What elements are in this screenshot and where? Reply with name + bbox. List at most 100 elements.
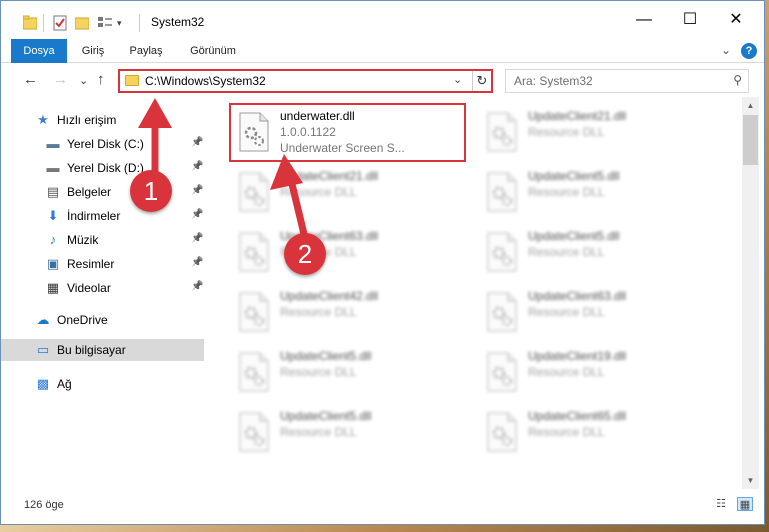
title-separator bbox=[139, 14, 140, 32]
file-name: UpdateClient42.dll bbox=[280, 289, 379, 303]
file-item[interactable]: UpdateClient5.dll Resource DLL bbox=[480, 225, 715, 283]
documents-icon: ▤ bbox=[46, 184, 60, 199]
step-2-badge: 2 bbox=[284, 233, 326, 275]
sidebar-item[interactable]: ☁ OneDrive bbox=[1, 309, 204, 331]
dll-file-icon bbox=[487, 292, 517, 332]
sidebar-item[interactable]: ▦ Videolar 📌 bbox=[1, 277, 204, 299]
pin-icon[interactable]: 📌 bbox=[191, 161, 203, 172]
pin-icon[interactable]: 📌 bbox=[191, 185, 203, 196]
tab-share[interactable]: Paylaş bbox=[121, 39, 171, 63]
tab-file[interactable]: Dosya bbox=[11, 39, 67, 63]
vertical-scrollbar[interactable]: ▲ ▼ bbox=[742, 97, 759, 489]
dll-file-icon bbox=[239, 232, 269, 272]
dll-file-icon bbox=[239, 292, 269, 332]
file-detail: Resource DLL bbox=[280, 305, 357, 319]
file-detail: Resource DLL bbox=[528, 425, 605, 439]
computer-icon: ▭ bbox=[36, 342, 50, 357]
maximize-button[interactable]: ☐ bbox=[667, 1, 713, 39]
address-bar[interactable]: C:\Windows\System32 ⌄ ↻ bbox=[118, 69, 493, 93]
sidebar-item-label: Hızlı erişim bbox=[57, 113, 117, 127]
forward-button[interactable]: → bbox=[53, 71, 68, 88]
up-button[interactable]: ↑ bbox=[97, 71, 105, 88]
sidebar-item[interactable]: ▬ Yerel Disk (C:) 📌 bbox=[1, 133, 204, 155]
details-view-button[interactable]: ☷ bbox=[713, 497, 729, 511]
file-item[interactable]: UpdateClient65.dll Resource DLL bbox=[480, 405, 715, 463]
scroll-down-icon[interactable]: ▼ bbox=[742, 472, 759, 489]
sidebar-item[interactable]: ▤ Belgeler 📌 bbox=[1, 181, 204, 203]
status-bar: 126 öge ☷ ▦ bbox=[1, 493, 764, 517]
pin-icon[interactable]: 📌 bbox=[191, 209, 203, 220]
file-item[interactable]: UpdateClient5.dll Resource DLL bbox=[232, 345, 467, 403]
tab-home[interactable]: Giriş bbox=[73, 39, 113, 63]
music-icon: ♪ bbox=[49, 232, 57, 247]
file-item[interactable]: UpdateClient19.dll Resource DLL bbox=[480, 345, 715, 403]
navigation-bar: ← → ⌄ ↑ C:\Windows\System32 ⌄ ↻ Ara: Sys… bbox=[1, 63, 764, 97]
quick-access-dropdown-icon[interactable]: ▾ bbox=[117, 14, 122, 32]
tiles-view-button[interactable]: ▦ bbox=[737, 497, 753, 511]
file-item[interactable]: UpdateClient21.dll Resource DLL bbox=[232, 165, 467, 223]
selected-file-highlight bbox=[229, 103, 466, 162]
dll-file-icon bbox=[239, 352, 269, 392]
sidebar-item[interactable]: ▭ Bu bilgisayar bbox=[1, 339, 204, 361]
pin-icon[interactable]: 📌 bbox=[191, 233, 203, 244]
file-item[interactable]: UpdateClient63.dllResource DLL bbox=[232, 225, 467, 283]
file-name: UpdateClient21.dll bbox=[528, 109, 627, 123]
close-button[interactable]: ✕ bbox=[713, 1, 759, 39]
minimize-button[interactable]: — bbox=[621, 1, 667, 39]
star-icon: ★ bbox=[37, 112, 49, 127]
help-icon[interactable]: ? bbox=[741, 43, 757, 59]
pin-icon[interactable]: 📌 bbox=[191, 137, 203, 148]
search-placeholder: Ara: System32 bbox=[514, 74, 593, 88]
file-item[interactable]: UpdateClient42.dll Resource DLL bbox=[232, 285, 467, 343]
ribbon-expand-icon[interactable]: ⌄ bbox=[721, 43, 731, 57]
pin-icon[interactable]: 📌 bbox=[191, 281, 203, 292]
sidebar-item[interactable]: ♪ Müzik 📌 bbox=[1, 229, 204, 251]
scroll-up-icon[interactable]: ▲ bbox=[742, 97, 759, 114]
search-input[interactable]: Ara: System32 ⚲ bbox=[505, 69, 749, 93]
dll-file-icon bbox=[487, 412, 517, 452]
dll-file-icon bbox=[239, 412, 269, 452]
download-icon: ⬇ bbox=[47, 208, 59, 223]
toolbar-separator bbox=[43, 14, 44, 32]
sidebar-item-label: Belgeler bbox=[67, 185, 112, 199]
file-detail: Resource DLL bbox=[528, 305, 605, 319]
new-folder-icon[interactable] bbox=[75, 14, 89, 32]
quick-access-customize-icon[interactable] bbox=[97, 14, 113, 32]
dll-file-icon bbox=[239, 172, 269, 212]
refresh-button[interactable]: ↻ bbox=[472, 71, 491, 91]
file-item[interactable]: UpdateClient5.dll Resource DLL bbox=[480, 165, 715, 223]
file-detail: Resource DLL bbox=[528, 365, 605, 379]
recent-locations-button[interactable]: ⌄ bbox=[79, 74, 88, 87]
tab-view[interactable]: Görünüm bbox=[181, 39, 245, 63]
file-item[interactable]: UpdateClient63.dll Resource DLL bbox=[480, 285, 715, 343]
file-name: UpdateClient65.dll bbox=[528, 409, 627, 423]
search-icon[interactable]: ⚲ bbox=[733, 73, 742, 87]
file-detail: Resource DLL bbox=[528, 125, 605, 139]
sidebar-item-label: Yerel Disk (C:) bbox=[67, 137, 144, 151]
sidebar-item[interactable]: ▣ Resimler 📌 bbox=[1, 253, 204, 275]
sidebar-item[interactable]: ⬇ İndirmeler 📌 bbox=[1, 205, 204, 227]
file-name: UpdateClient21.dll bbox=[280, 169, 379, 183]
file-item[interactable]: UpdateClient5.dll Resource DLL bbox=[232, 405, 467, 463]
sidebar-item[interactable]: ★ Hızlı erişim bbox=[1, 109, 204, 131]
file-name: UpdateClient5.dll bbox=[528, 169, 620, 183]
video-icon: ▦ bbox=[46, 280, 60, 295]
file-name: UpdateClient63.dll bbox=[528, 289, 627, 303]
file-name: UpdateClient5.dll bbox=[280, 409, 372, 423]
file-item[interactable]: UpdateClient21.dll Resource DLL bbox=[480, 105, 715, 163]
pictures-icon: ▣ bbox=[46, 256, 60, 271]
explorer-window: ▾ System32 — ☐ ✕ Dosya Giriş Paylaş Görü… bbox=[0, 0, 765, 525]
back-button[interactable]: ← bbox=[23, 71, 38, 88]
sidebar-item[interactable]: ▩ Ağ bbox=[1, 373, 204, 395]
address-path[interactable]: C:\Windows\System32 bbox=[145, 74, 266, 88]
address-dropdown-icon[interactable]: ⌄ bbox=[453, 73, 462, 86]
sidebar-item-label: Yerel Disk (D:) bbox=[67, 161, 144, 175]
sidebar-item[interactable]: ▬ Yerel Disk (D:) 📌 bbox=[1, 157, 204, 179]
pin-icon[interactable]: 📌 bbox=[191, 257, 203, 268]
folder-icon[interactable] bbox=[23, 14, 37, 32]
drive-icon: ▬ bbox=[46, 136, 60, 151]
scroll-thumb[interactable] bbox=[743, 115, 758, 165]
folder-icon bbox=[125, 75, 139, 86]
sidebar-item-label: OneDrive bbox=[57, 313, 108, 327]
properties-icon[interactable] bbox=[53, 14, 67, 32]
